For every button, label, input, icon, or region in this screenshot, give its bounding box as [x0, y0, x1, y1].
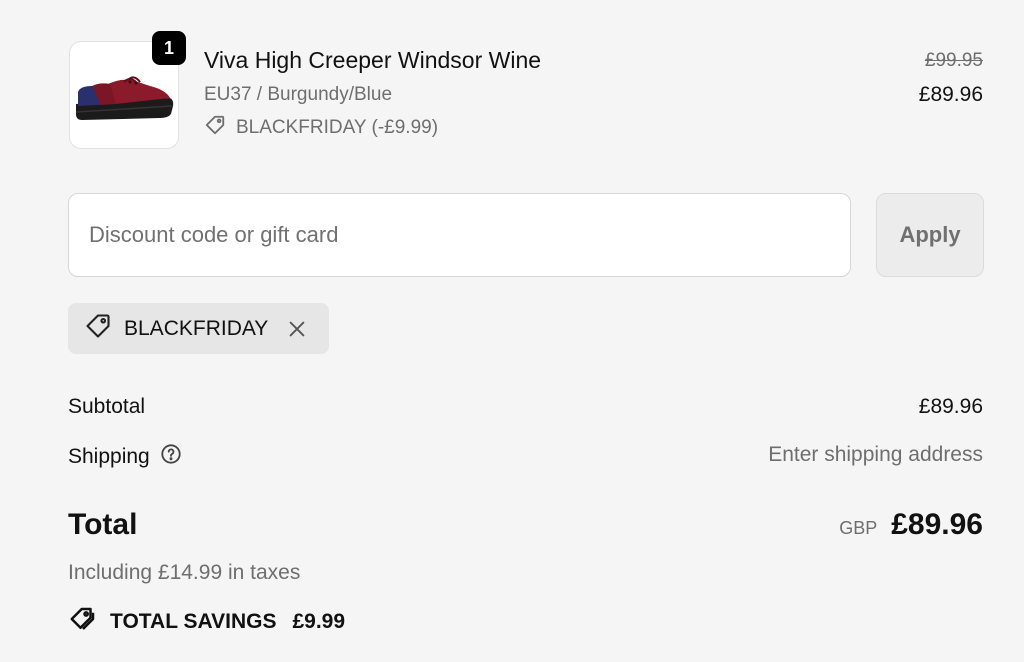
currency-code: GBP [839, 518, 878, 538]
total-label: Total [68, 508, 138, 541]
tags-icon [68, 604, 98, 640]
applied-discount-chip: BLACKFRIDAY [68, 303, 329, 354]
product-variant: EU37 / Burgundy/Blue [204, 84, 393, 105]
shipping-label-row: Shipping [68, 443, 182, 471]
subtotal-label: Subtotal [68, 395, 146, 418]
total-amount: GBP £89.96 [839, 508, 983, 542]
order-summary: 1 Viva High Creeper Windsor Wine EU37 / … [0, 0, 1024, 662]
product-name: Viva High Creeper Windsor Wine [204, 47, 542, 73]
quantity-badge: 1 [152, 31, 186, 65]
original-price: £99.95 [924, 50, 983, 71]
shipping-label: Shipping [68, 445, 150, 468]
discount-code-input[interactable] [68, 193, 851, 277]
product-discount-label: BLACKFRIDAY (-£9.99) [236, 117, 439, 138]
remove-discount-icon[interactable] [286, 318, 308, 340]
applied-discount-code: BLACKFRIDAY [124, 316, 269, 340]
product-discount: BLACKFRIDAY (-£9.99) [204, 114, 438, 142]
tag-icon [204, 114, 226, 142]
savings-label: TOTAL SAVINGS [110, 610, 277, 633]
total-savings: TOTAL SAVINGS £9.99 [68, 604, 345, 640]
subtotal-value: £89.96 [918, 395, 983, 418]
shipping-value: Enter shipping address [768, 443, 983, 466]
sale-price: £89.96 [918, 83, 983, 106]
apply-button[interactable]: Apply [876, 193, 984, 277]
taxes-note: Including £14.99 in taxes [68, 561, 301, 584]
total-value: £89.96 [891, 508, 983, 541]
tag-icon [84, 312, 112, 346]
savings-value: £9.99 [292, 610, 346, 633]
help-circle-icon[interactable] [160, 443, 182, 471]
